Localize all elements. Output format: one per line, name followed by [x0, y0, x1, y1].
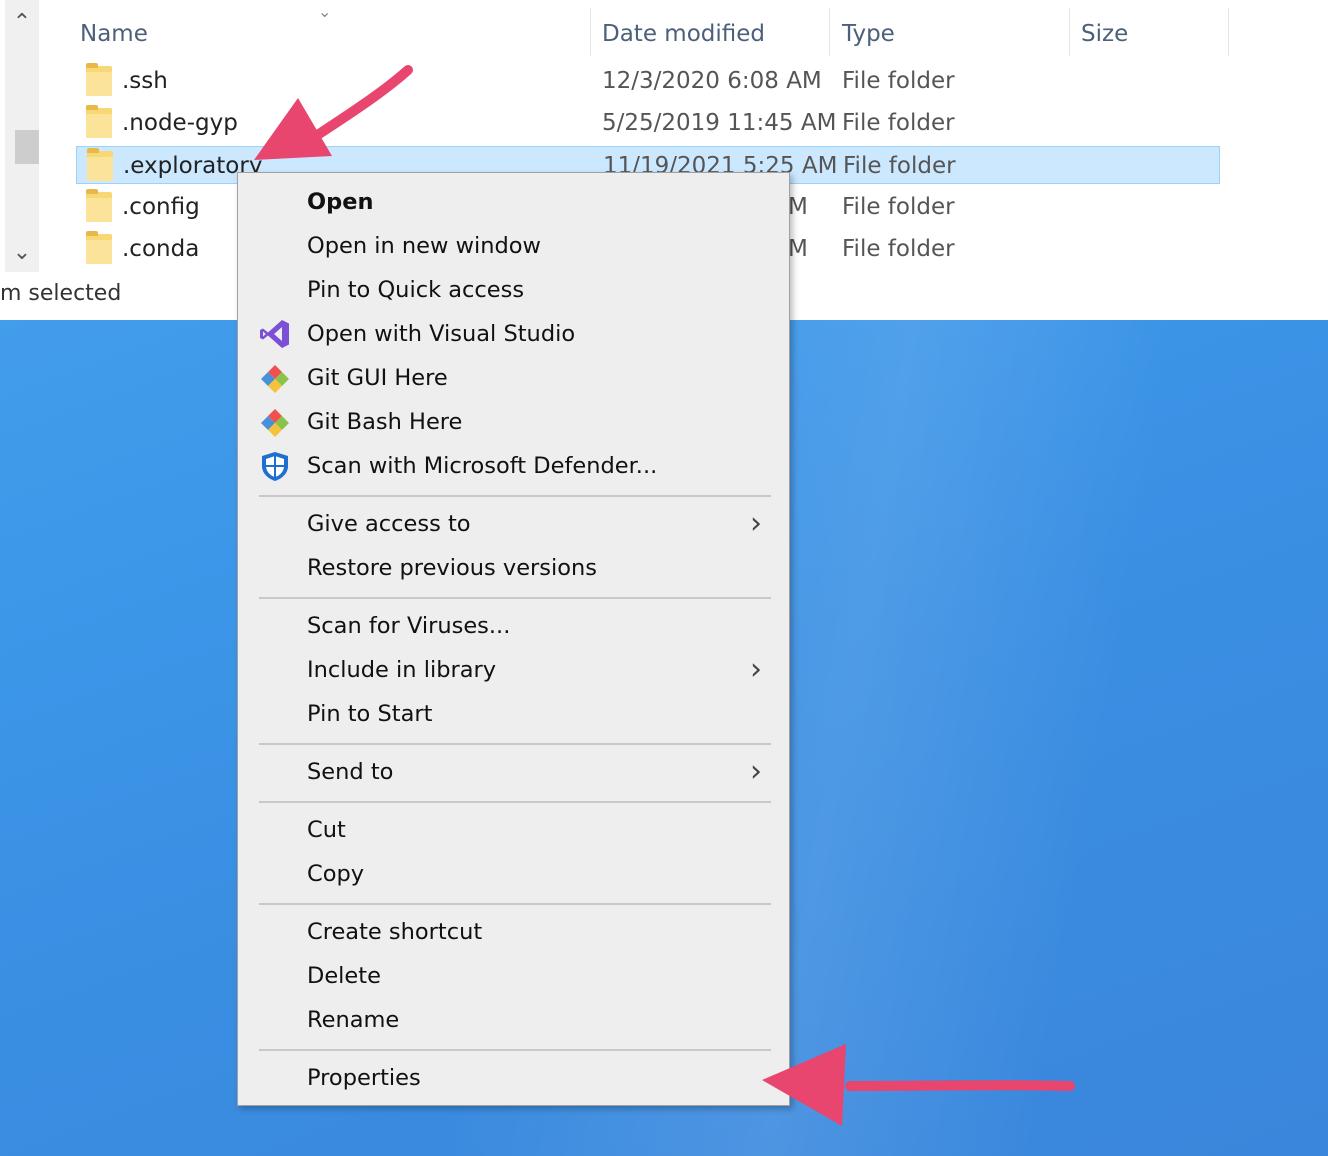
- sort-chevron-icon: ⌄: [318, 2, 332, 21]
- folder-icon: [86, 63, 112, 96]
- git-icon: [258, 362, 292, 394]
- file-date-modified: 12/3/2020 6:08 AM: [602, 68, 822, 94]
- folder-icon: [86, 105, 112, 138]
- file-name: .conda: [122, 236, 200, 262]
- column-header-date-modified[interactable]: Date modified: [602, 18, 765, 50]
- menu-item-cut[interactable]: Cut: [238, 808, 789, 852]
- menu-item-label: Open: [307, 189, 374, 215]
- menu-item-send-to[interactable]: Send to ›: [238, 750, 789, 794]
- scroll-up-icon[interactable]: ⌃: [5, 2, 39, 42]
- folder-icon: [86, 231, 112, 264]
- context-menu: Open Open in new window Pin to Quick acces…: [237, 172, 790, 1106]
- menu-item-label: Open with Visual Studio: [307, 321, 576, 347]
- menu-item-open[interactable]: Open: [238, 180, 789, 224]
- column-separator[interactable]: [1069, 8, 1070, 56]
- menu-item-include-in-library[interactable]: Include in library ›: [238, 648, 789, 692]
- menu-item-open-in-new-window[interactable]: Open in new window: [238, 224, 789, 268]
- folder-icon: [86, 189, 112, 222]
- file-type: File folder: [842, 236, 955, 262]
- menu-item-label: Pin to Start: [307, 701, 433, 727]
- visual-studio-icon: [258, 318, 292, 350]
- menu-item-label: Create shortcut: [307, 919, 483, 945]
- menu-item-label: Properties: [307, 1065, 421, 1091]
- menu-item-pin-to-start[interactable]: Pin to Start: [238, 692, 789, 736]
- defender-shield-icon: [258, 450, 292, 482]
- file-type: File folder: [842, 194, 955, 220]
- menu-item-give-access-to[interactable]: Give access to ›: [238, 502, 789, 546]
- file-name: .config: [122, 194, 200, 220]
- menu-item-label: Rename: [307, 1007, 400, 1033]
- menu-item-create-shortcut[interactable]: Create shortcut: [238, 910, 789, 954]
- menu-separator: [259, 597, 771, 599]
- column-separator[interactable]: [829, 8, 830, 56]
- file-name: .node-gyp: [122, 110, 238, 136]
- menu-separator: [259, 495, 771, 497]
- column-header-type[interactable]: Type: [842, 18, 895, 50]
- menu-item-git-bash-here[interactable]: Git Bash Here: [238, 400, 789, 444]
- file-type: File folder: [842, 110, 955, 136]
- annotation-arrow-icon: [762, 1044, 1075, 1126]
- submenu-chevron-right-icon: ›: [750, 754, 762, 789]
- menu-item-copy[interactable]: Copy: [238, 852, 789, 896]
- folder-icon: [87, 148, 113, 181]
- menu-item-label: Include in library: [307, 657, 497, 683]
- scroll-thumb[interactable]: [15, 130, 39, 164]
- column-separator[interactable]: [1228, 8, 1229, 56]
- file-date-modified: M: [788, 194, 808, 220]
- file-row[interactable]: .node-gyp 5/25/2019 11:45 AM File folder: [76, 104, 1220, 142]
- menu-item-label: Git GUI Here: [307, 365, 448, 391]
- menu-item-pin-to-quick-access[interactable]: Pin to Quick access: [238, 268, 789, 312]
- menu-item-scan-for-viruses[interactable]: Scan for Viruses...: [238, 604, 789, 648]
- menu-item-label: Give access to: [307, 511, 471, 537]
- menu-item-label: Git Bash Here: [307, 409, 463, 435]
- column-header-size[interactable]: Size: [1081, 18, 1128, 50]
- file-type: File folder: [842, 68, 955, 94]
- git-icon: [258, 406, 292, 438]
- menu-item-properties[interactable]: Properties: [238, 1056, 789, 1100]
- menu-separator: [259, 801, 771, 803]
- menu-separator: [259, 1049, 771, 1051]
- menu-item-label: Pin to Quick access: [307, 277, 525, 303]
- submenu-chevron-right-icon: ›: [750, 652, 762, 687]
- menu-item-delete[interactable]: Delete: [238, 954, 789, 998]
- menu-item-rename[interactable]: Rename: [238, 998, 789, 1042]
- menu-item-label: Scan with Microsoft Defender...: [307, 453, 658, 479]
- menu-item-label: Cut: [307, 817, 346, 843]
- menu-item-label: Restore previous versions: [307, 555, 598, 581]
- file-date-modified: M: [788, 236, 808, 262]
- menu-item-git-gui-here[interactable]: Git GUI Here: [238, 356, 789, 400]
- menu-item-scan-with-microsoft-defender[interactable]: Scan with Microsoft Defender...: [238, 444, 789, 488]
- menu-separator: [259, 743, 771, 745]
- column-header-name[interactable]: Name: [80, 18, 148, 50]
- scroll-down-icon[interactable]: ⌄: [5, 232, 39, 272]
- menu-item-label: Delete: [307, 963, 381, 989]
- file-name: .ssh: [122, 68, 168, 94]
- vertical-scrollbar[interactable]: ⌃ ⌄: [5, 0, 39, 272]
- menu-item-open-with-visual-studio[interactable]: Open with Visual Studio: [238, 312, 789, 356]
- status-bar-selection-text: m selected: [0, 281, 122, 306]
- column-separator[interactable]: [590, 8, 591, 56]
- menu-separator: [259, 903, 771, 905]
- menu-item-label: Send to: [307, 759, 394, 785]
- file-type: File folder: [843, 153, 956, 179]
- menu-item-label: Copy: [307, 861, 365, 887]
- file-date-modified: 5/25/2019 11:45 AM: [602, 110, 837, 136]
- file-row[interactable]: .ssh 12/3/2020 6:08 AM File folder: [76, 62, 1220, 100]
- menu-item-label: Open in new window: [307, 233, 541, 259]
- menu-item-label: Scan for Viruses...: [307, 613, 511, 639]
- menu-item-restore-previous-versions[interactable]: Restore previous versions: [238, 546, 789, 590]
- submenu-chevron-right-icon: ›: [750, 506, 762, 541]
